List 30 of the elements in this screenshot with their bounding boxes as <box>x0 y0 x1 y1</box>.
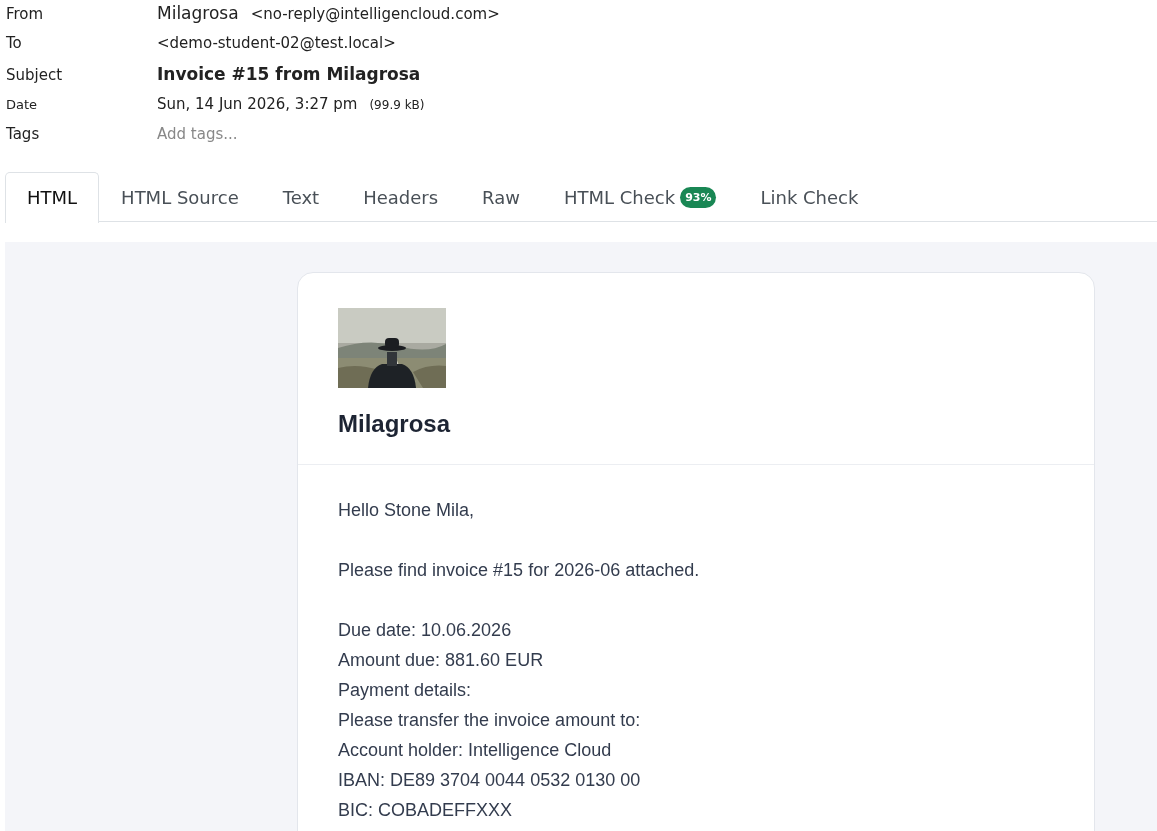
tab[interactable]: HTML <box>5 171 100 223</box>
message-size: (99.9 kB) <box>369 97 425 112</box>
score-badge: 93% <box>680 186 717 208</box>
field-label: From <box>6 5 45 23</box>
tab[interactable]: HTML Check 93% <box>541 171 739 222</box>
tab[interactable]: HTML Source <box>99 171 261 222</box>
body-text: Hello Stone Mila, <box>338 499 475 520</box>
body-text: Due date: 10.06.2026 <box>338 619 512 640</box>
subject-text: Invoice #15 from Milagrosa <box>157 64 421 84</box>
recipient-address: <demo-student-02@test.local> <box>157 33 396 52</box>
tags-field[interactable]: Add tags... <box>157 125 238 143</box>
tab[interactable]: Link Check <box>738 171 881 222</box>
tab[interactable]: Text <box>260 171 342 222</box>
body-text: Payment details: <box>338 679 472 700</box>
sender-title: Milagrosa <box>338 409 452 438</box>
sender-address: <no-reply@intelligencloud.com> <box>250 5 500 23</box>
field-label: Date <box>6 96 39 112</box>
body-text: Account holder: Intelligence Cloud <box>338 739 612 760</box>
field-label: To <box>6 33 23 52</box>
tab[interactable]: Raw <box>460 171 542 222</box>
tab[interactable]: Headers <box>341 171 461 222</box>
body-text: Amount due: 881.60 EUR <box>338 649 544 670</box>
body-text: Please find invoice #15 for 2026-06 attached. <box>338 559 700 580</box>
field-label: Subject <box>6 66 64 84</box>
sender-name: Milagrosa <box>157 3 239 23</box>
field-label: Tags <box>6 125 41 143</box>
body-text: BIC: COBADEFFXXX <box>338 799 513 820</box>
body-text: Please transfer the invoice amount to: <box>338 709 641 730</box>
date-text: Sun, 14 Jun 2026, 3:27 pm <box>157 94 358 113</box>
body-text: IBAN: DE89 3704 0044 0532 0130 00 <box>338 769 641 790</box>
